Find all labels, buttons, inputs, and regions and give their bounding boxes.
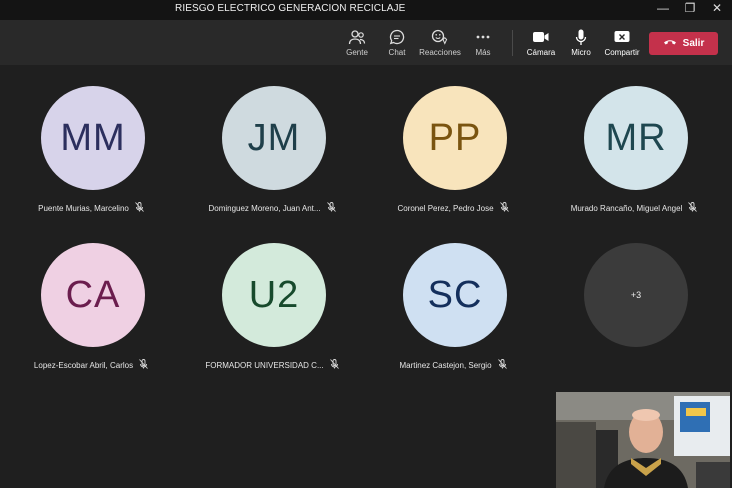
avatar: JM	[222, 86, 326, 190]
participant-tile[interactable]: MM Puente Murias, Marcelino	[1, 86, 181, 226]
mic-muted-icon	[497, 359, 507, 371]
mic-muted-icon	[688, 202, 698, 214]
close-button[interactable]: ✕	[704, 0, 730, 18]
mic-muted-icon	[139, 359, 148, 371]
avatar: SC	[403, 243, 507, 347]
share-button[interactable]: Compartir	[597, 27, 647, 57]
participant-name: Dominguez Moreno, Juan Ant...	[208, 203, 321, 213]
avatar: U2	[222, 243, 326, 347]
participant-name: Lopez-Escobar Abril, Carlos	[33, 360, 134, 370]
participant-name-row: Coronel Perez, Pedro Jose	[363, 202, 543, 214]
participant-tile[interactable]: JM Dominguez Moreno, Juan Ant...	[182, 86, 362, 226]
mic-muted-icon	[499, 202, 509, 214]
avatar: CA	[41, 243, 145, 347]
participant-name-row: Murado Rancaño, Miguel Angel	[544, 202, 724, 214]
participant-name-row: Martinez Castejon, Sergio	[363, 359, 543, 371]
overflow-count-circle[interactable]: +3	[584, 243, 688, 347]
mic-muted-icon	[326, 202, 336, 214]
participant-name: Coronel Perez, Pedro Jose	[397, 203, 494, 213]
restore-button[interactable]: ❐	[677, 0, 703, 18]
participant-name-row: Lopez-Escobar Abril, Carlos	[1, 359, 181, 371]
avatar-initials: SC	[427, 273, 483, 316]
leave-label: Salir	[682, 38, 705, 49]
toolbar-divider	[512, 30, 513, 56]
share-screen-icon	[597, 27, 647, 47]
self-video-preview[interactable]	[556, 392, 730, 488]
avatar-initials: CA	[65, 273, 121, 316]
participant-tile[interactable]: U2 FORMADOR UNIVERSIDAD C...	[182, 243, 362, 383]
avatar: MR	[584, 86, 688, 190]
participant-name-row: Puente Murias, Marcelino	[1, 202, 181, 214]
avatar-initials: PP	[428, 116, 482, 159]
hang-up-icon	[663, 38, 677, 49]
avatar: MM	[41, 86, 145, 190]
participant-name: FORMADOR UNIVERSIDAD C...	[205, 360, 324, 370]
participant-name-row: Dominguez Moreno, Juan Ant...	[182, 202, 362, 214]
participant-name-row: FORMADOR UNIVERSIDAD C...	[182, 359, 362, 371]
leave-button[interactable]: Salir	[649, 32, 718, 55]
meeting-title: RIESGO ELECTRICO GENERACION RECICLAJE	[175, 3, 406, 14]
more-button[interactable]: Más	[458, 27, 508, 57]
more-dots-icon	[458, 27, 508, 47]
participant-tile[interactable]: PP Coronel Perez, Pedro Jose	[363, 86, 543, 226]
participant-tile[interactable]: MR Murado Rancaño, Miguel Angel	[544, 86, 724, 226]
share-label: Compartir	[604, 48, 640, 57]
self-video-feed	[556, 392, 730, 488]
avatar: PP	[403, 86, 507, 190]
mic-muted-icon	[135, 202, 144, 214]
more-label: Más	[475, 48, 491, 57]
participant-name: Puente Murias, Marcelino	[38, 203, 129, 213]
avatar-initials: U2	[248, 273, 300, 316]
overflow-participants-tile[interactable]: +3	[544, 243, 724, 383]
participant-name: Murado Rancaño, Miguel Angel	[570, 203, 683, 213]
avatar-initials: MM	[60, 116, 126, 159]
participant-name: Martinez Castejon, Sergio	[399, 360, 492, 370]
title-bar: RIESGO ELECTRICO GENERACION RECICLAJE — …	[0, 0, 732, 20]
mic-muted-icon	[329, 359, 339, 371]
minimize-button[interactable]: —	[650, 0, 676, 18]
avatar-initials: MR	[605, 116, 667, 159]
participant-tile[interactable]: SC Martinez Castejon, Sergio	[363, 243, 543, 383]
overflow-count: +3	[630, 290, 642, 300]
avatar-initials: JM	[247, 116, 301, 159]
participant-tile[interactable]: CA Lopez-Escobar Abril, Carlos	[1, 243, 181, 383]
